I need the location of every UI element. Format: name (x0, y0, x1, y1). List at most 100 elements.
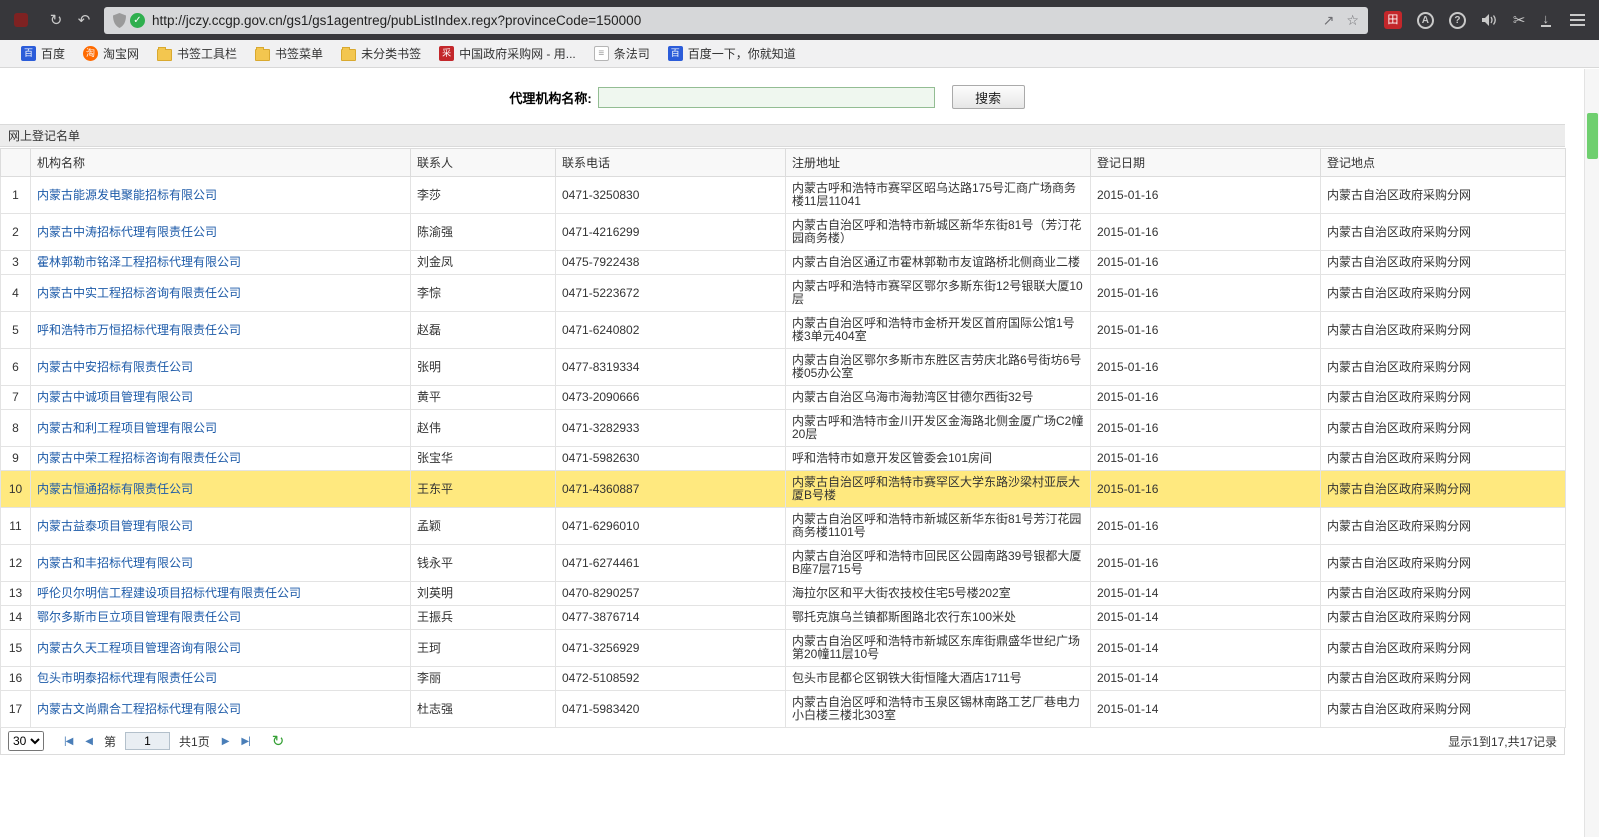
baidu-icon: 百 (21, 46, 36, 61)
browser-titlebar: ↻ ↶ ✓ http://jczy.ccgp.gov.cn/gs1/gs1age… (0, 0, 1599, 40)
agency-name-cell: 内蒙古中诚项目管理有限公司 (31, 386, 411, 410)
table-row: 11内蒙古益泰项目管理有限公司孟颖0471-6296010内蒙古自治区呼和浩特市… (1, 508, 1566, 545)
help-icon[interactable]: ? (1449, 12, 1466, 29)
page-size-select[interactable]: 30 (8, 731, 44, 751)
bookmark-label: 书签菜单 (275, 45, 323, 62)
registered-address: 内蒙古自治区鄂尔多斯市东胜区吉劳庆北路6号街坊6号楼05办公室 (786, 349, 1091, 386)
row-number: 3 (1, 251, 31, 275)
registration-site: 内蒙古自治区政府采购分网 (1321, 508, 1566, 545)
column-header[interactable]: 联系人 (411, 149, 556, 177)
bookmark-item[interactable]: 书签工具栏 (148, 43, 246, 64)
extension-a-icon[interactable]: A (1417, 12, 1434, 29)
registration-table: 机构名称联系人联系电话注册地址登记日期登记地点 1内蒙古能源发电聚能招标有限公司… (0, 148, 1566, 728)
registered-address: 内蒙古呼和浩特市赛罕区昭乌达路175号汇商广场商务楼11层11041 (786, 177, 1091, 214)
column-header[interactable]: 联系电话 (556, 149, 786, 177)
registered-address: 内蒙古自治区呼和浩特市玉泉区锡林南路工艺厂巷电力小白楼三楼北303室 (786, 691, 1091, 728)
bookmark-item[interactable]: 采中国政府采购网 - 用... (430, 43, 585, 64)
agency-name-link[interactable]: 内蒙古和丰招标代理有限公司 (37, 556, 193, 570)
contact-phone: 0475-7922438 (556, 251, 786, 275)
agency-name-link[interactable]: 霍林郭勒市铭泽工程招标代理有限公司 (37, 255, 241, 269)
column-header[interactable]: 登记地点 (1321, 149, 1566, 177)
table-row: 12内蒙古和丰招标代理有限公司钱永平0471-6274461内蒙古自治区呼和浩特… (1, 545, 1566, 582)
agency-name-cell: 包头市明泰招标代理有限责任公司 (31, 667, 411, 691)
agency-name-link[interactable]: 内蒙古文尚鼎合工程招标代理有限公司 (37, 702, 241, 716)
table-header-row: 机构名称联系人联系电话注册地址登记日期登记地点 (1, 149, 1566, 177)
agency-name-link[interactable]: 内蒙古中安招标有限责任公司 (37, 360, 193, 374)
url-bar[interactable]: ✓ http://jczy.ccgp.gov.cn/gs1/gs1agentre… (104, 7, 1368, 34)
bookmark-star-icon[interactable]: ☆ (1346, 12, 1359, 29)
agency-name-link[interactable]: 内蒙古能源发电聚能招标有限公司 (37, 188, 217, 202)
registration-date: 2015-01-14 (1091, 691, 1321, 728)
table-row: 5呼和浩特市万恒招标代理有限责任公司赵磊0471-6240802内蒙古自治区呼和… (1, 312, 1566, 349)
refresh-icon[interactable]: ↻ (42, 11, 70, 29)
bookmarks-bar: 百百度淘淘宝网书签工具栏 书签菜单 未分类书签采中国政府采购网 - 用...≡条法司… (0, 40, 1599, 68)
folder-icon (255, 49, 270, 61)
registration-site: 内蒙古自治区政府采购分网 (1321, 386, 1566, 410)
registration-date: 2015-01-16 (1091, 410, 1321, 447)
table-row: 1内蒙古能源发电聚能招标有限公司李莎0471-3250830内蒙古呼和浩特市赛罕… (1, 177, 1566, 214)
window-badge-icon[interactable] (14, 13, 28, 27)
bookmark-item[interactable]: 淘淘宝网 (74, 43, 148, 64)
bookmark-item[interactable]: 百百度一下，你就知道 (659, 43, 805, 64)
section-title: 网上登记名单 (0, 124, 1565, 147)
prev-page-button[interactable]: ◀ (82, 736, 95, 747)
registration-site: 内蒙古自治区政府采购分网 (1321, 582, 1566, 606)
bookmark-label: 未分类书签 (361, 45, 421, 62)
agency-name-link[interactable]: 内蒙古中诚项目管理有限公司 (37, 390, 193, 404)
contact-name: 刘英明 (411, 582, 556, 606)
scrollbar-thumb[interactable] (1587, 113, 1598, 159)
bookmark-item[interactable]: 书签菜单 (246, 43, 332, 64)
registration-site: 内蒙古自治区政府采购分网 (1321, 545, 1566, 582)
row-number: 12 (1, 545, 31, 582)
contact-name: 李悰 (411, 275, 556, 312)
agency-name-cell: 内蒙古久天工程项目管理咨询有限公司 (31, 630, 411, 667)
agency-name-link[interactable]: 内蒙古中涛招标代理有限责任公司 (37, 225, 217, 239)
bookmark-label: 淘宝网 (103, 45, 139, 62)
registered-address: 海拉尔区和平大街农技校住宅5号楼202室 (786, 582, 1091, 606)
agency-name-link[interactable]: 内蒙古恒通招标有限责任公司 (37, 482, 193, 496)
contact-phone: 0471-5983420 (556, 691, 786, 728)
agency-name-link[interactable]: 内蒙古和利工程项目管理有限公司 (37, 421, 217, 435)
registration-date: 2015-01-16 (1091, 275, 1321, 312)
agency-name-cell: 内蒙古中实工程招标咨询有限责任公司 (31, 275, 411, 312)
bookmark-item[interactable]: 未分类书签 (332, 43, 430, 64)
page-number-input[interactable] (125, 732, 170, 750)
agency-name-link[interactable]: 内蒙古中实工程招标咨询有限责任公司 (37, 286, 241, 300)
agency-name-link[interactable]: 内蒙古益泰项目管理有限公司 (37, 519, 193, 533)
bookmark-item[interactable]: 百百度 (12, 43, 74, 64)
registration-site: 内蒙古自治区政府采购分网 (1321, 691, 1566, 728)
scrollbar[interactable] (1584, 69, 1599, 837)
speaker-icon[interactable] (1481, 13, 1498, 27)
contact-phone: 0471-3282933 (556, 410, 786, 447)
registration-date: 2015-01-16 (1091, 312, 1321, 349)
contact-phone: 0473-2090666 (556, 386, 786, 410)
last-page-button[interactable]: ▶| (238, 736, 252, 747)
agency-name-link[interactable]: 内蒙古中荣工程招标咨询有限责任公司 (37, 451, 241, 465)
share-icon[interactable]: ↗ (1323, 12, 1335, 29)
column-header[interactable]: 注册地址 (786, 149, 1091, 177)
url-text[interactable]: http://jczy.ccgp.gov.cn/gs1/gs1agentreg/… (152, 13, 1315, 28)
agency-name-link[interactable]: 鄂尔多斯市巨立项目管理有限责任公司 (37, 610, 241, 624)
search-button[interactable]: 搜索 (952, 85, 1025, 109)
contact-phone: 0471-5223672 (556, 275, 786, 312)
registered-address: 鄂托克旗乌兰镇都斯图路北农行东100米处 (786, 606, 1091, 630)
scissors-icon[interactable]: ✂ (1513, 11, 1526, 29)
next-page-button[interactable]: ▶ (219, 736, 232, 747)
agency-name-link[interactable]: 包头市明泰招标代理有限责任公司 (37, 671, 217, 685)
agency-name-link[interactable]: 内蒙古久天工程项目管理咨询有限公司 (37, 641, 241, 655)
agency-name-link[interactable]: 呼和浩特市万恒招标代理有限责任公司 (37, 323, 241, 337)
menu-icon[interactable] (1570, 19, 1585, 21)
column-header[interactable]: 机构名称 (31, 149, 411, 177)
contact-name: 张宝华 (411, 447, 556, 471)
download-icon[interactable]: ↓ (1541, 13, 1552, 27)
agency-name-link[interactable]: 呼伦贝尔明信工程建设项目招标代理有限责任公司 (37, 586, 301, 600)
first-page-button[interactable]: |◀ (61, 736, 75, 747)
table-row: 2内蒙古中涛招标代理有限责任公司陈渝强0471-4216299内蒙古自治区呼和浩… (1, 214, 1566, 251)
back-icon[interactable]: ↶ (70, 11, 98, 29)
shield-icon (113, 13, 126, 28)
pager-refresh-icon[interactable]: ↻ (272, 732, 285, 750)
extension-red-icon[interactable]: 田 (1384, 11, 1402, 29)
agency-name-input[interactable] (598, 87, 935, 108)
column-header[interactable]: 登记日期 (1091, 149, 1321, 177)
bookmark-item[interactable]: ≡条法司 (585, 43, 659, 64)
